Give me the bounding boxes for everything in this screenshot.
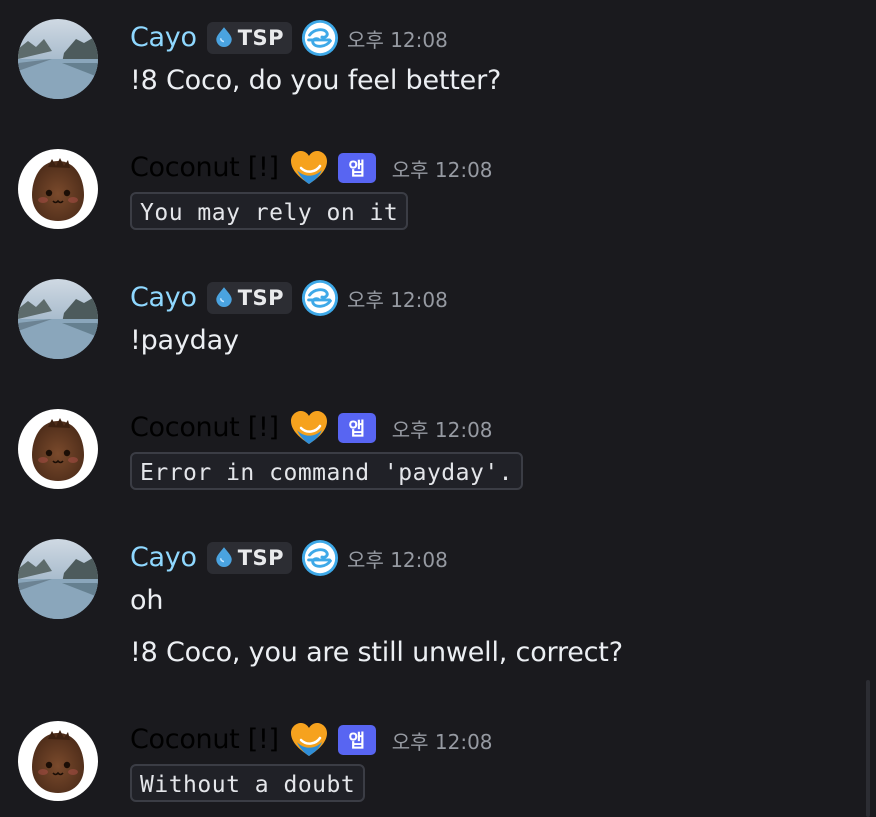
- timestamp[interactable]: 오후 12:08: [392, 154, 493, 183]
- username[interactable]: Cayo: [130, 538, 197, 578]
- server-tag-label: TSP: [237, 546, 285, 570]
- avatar[interactable]: [18, 19, 98, 99]
- server-tag[interactable]: TSP: [206, 22, 293, 54]
- timestamp[interactable]: 오후 12:08: [347, 284, 448, 313]
- timestamp[interactable]: 오후 12:08: [347, 24, 448, 53]
- avatar[interactable]: [18, 539, 98, 619]
- avatar[interactable]: [18, 149, 98, 229]
- code-block: Without a doubt: [130, 764, 366, 802]
- app-badge: 앱: [337, 413, 376, 443]
- timestamp[interactable]: 오후 12:08: [392, 414, 493, 443]
- server-tag[interactable]: TSP: [206, 282, 293, 314]
- message-header: Cayo TSP 오후 12:08: [130, 538, 448, 578]
- avatar[interactable]: [18, 721, 98, 801]
- message-text: oh: [130, 585, 164, 616]
- avatar[interactable]: [18, 279, 98, 359]
- username[interactable]: Cayo: [130, 18, 197, 58]
- message-text: !8 Coco, do you feel better?: [130, 65, 502, 96]
- heart-icon[interactable]: [289, 408, 329, 448]
- wind-swirl-icon[interactable]: [301, 19, 339, 57]
- timestamp[interactable]: 오후 12:08: [392, 726, 493, 755]
- water-drop-icon: [213, 545, 238, 572]
- username[interactable]: Coconut [!]: [130, 720, 279, 760]
- message-header: Cayo TSP 오후 12:08: [130, 278, 448, 318]
- app-badge: 앱: [337, 153, 376, 183]
- code-block: Error in command 'payday'.: [130, 452, 524, 490]
- code-block: You may rely on it: [130, 192, 409, 230]
- server-tag-label: TSP: [237, 26, 285, 50]
- timestamp[interactable]: 오후 12:08: [347, 544, 448, 573]
- server-tag[interactable]: TSP: [206, 542, 293, 574]
- server-tag-label: TSP: [237, 286, 285, 310]
- water-drop-icon: [213, 25, 238, 52]
- message-text: !8 Coco, you are still unwell, correct?: [130, 637, 623, 668]
- app-badge: 앱: [337, 725, 376, 755]
- message-text: !payday: [130, 325, 239, 356]
- avatar[interactable]: [18, 409, 98, 489]
- wind-swirl-icon[interactable]: [301, 539, 339, 577]
- heart-icon[interactable]: [289, 148, 329, 188]
- message-header: Cayo TSP 오후 12:08: [130, 18, 448, 58]
- message-header: Coconut [!] 앱 오후 12:08: [130, 148, 493, 188]
- wind-swirl-icon[interactable]: [301, 279, 339, 317]
- message-header: Coconut [!] 앱 오후 12:08: [130, 408, 493, 448]
- username[interactable]: Cayo: [130, 278, 197, 318]
- username[interactable]: Coconut [!]: [130, 408, 279, 448]
- scrollbar[interactable]: [866, 680, 870, 817]
- message-header: Coconut [!] 앱 오후 12:08: [130, 720, 493, 760]
- water-drop-icon: [213, 285, 238, 312]
- username[interactable]: Coconut [!]: [130, 148, 279, 188]
- heart-icon[interactable]: [289, 720, 329, 760]
